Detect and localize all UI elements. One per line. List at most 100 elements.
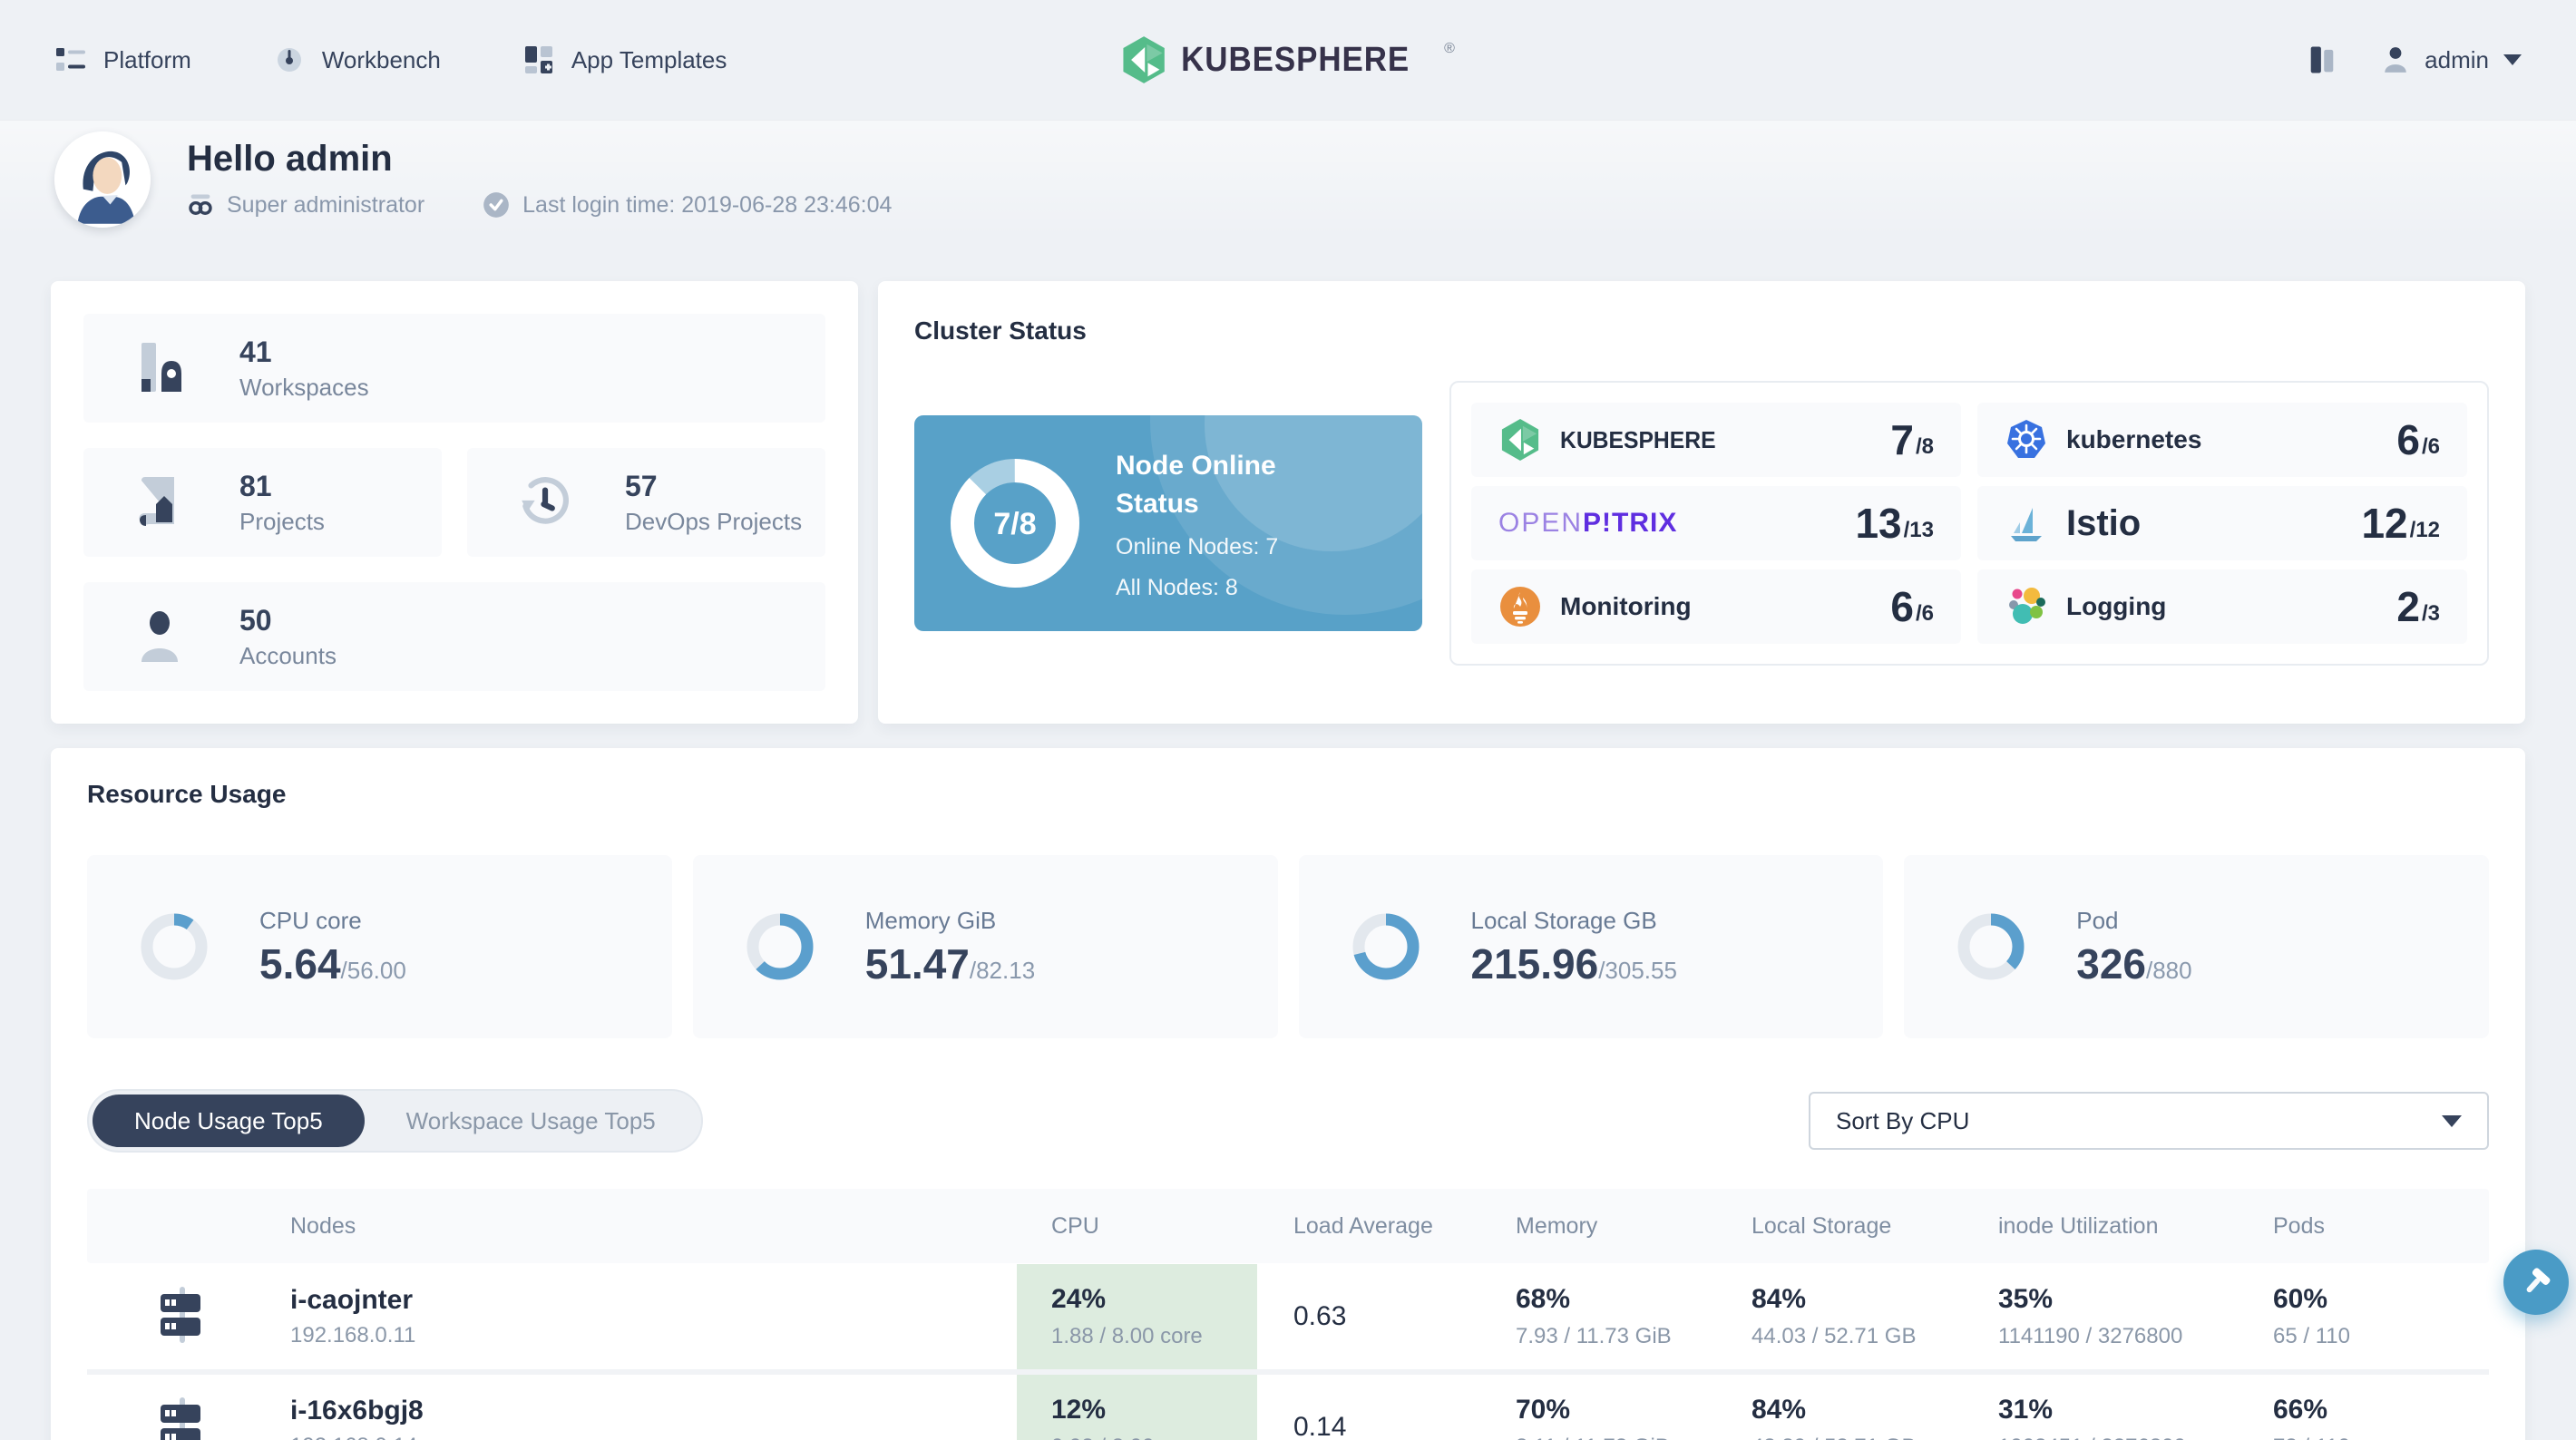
devops-count: 57 [625, 470, 658, 502]
cpu-usage-donut [141, 913, 208, 980]
usage-label: Memory GiB [864, 907, 997, 934]
node-name[interactable]: i-16x6bgj8 [290, 1397, 1017, 1425]
nav-platform-label: Platform [103, 45, 191, 73]
node-online-status-panel: 7/8 Node Online Status Online Nodes: 7 A… [914, 415, 1422, 631]
role-badge-icon [189, 194, 212, 215]
memory-percent: 68% [1516, 1284, 1571, 1314]
service-name: Monitoring [1560, 592, 1692, 620]
usage-label: Local Storage GB [1470, 907, 1657, 934]
col-nodes: Nodes [290, 1212, 356, 1239]
page-title: Hello admin [187, 139, 393, 179]
kubesphere-logo[interactable]: KUBESPHERE ® [1121, 35, 1455, 84]
memory-usage-donut [746, 913, 814, 980]
tab-node-usage-top5[interactable]: Node Usage Top5 [93, 1095, 365, 1147]
accounts-count: 50 [239, 604, 272, 637]
cpu-detail: 1.88 / 8.00 core [1051, 1324, 1203, 1348]
user-menu[interactable]: admin [2381, 45, 2522, 74]
monitoring-prometheus-icon [1498, 585, 1542, 628]
workspaces-count: 41 [239, 336, 272, 368]
pods-detail: 65 / 110 [2273, 1324, 2350, 1348]
inode-percent: 31% [1998, 1395, 2054, 1425]
table-row[interactable]: i-caojnter 192.168.0.11 24% 1.88 / 8.00 … [87, 1264, 2489, 1369]
top-nav: Platform Workbench App Templates KUBESPH… [0, 0, 2576, 120]
service-kubesphere[interactable]: KUBESPHERE 7 /8 [1471, 403, 1961, 477]
nav-workbench[interactable]: Workbench [273, 44, 441, 76]
user-icon [2385, 47, 2406, 73]
cluster-status-title: Cluster Status [914, 316, 1087, 345]
storage-detail: 43.89 / 52.71 GB [1751, 1436, 1998, 1440]
user-role-label: Super administrator [227, 191, 425, 218]
usage-label: Pod [2076, 907, 2119, 934]
col-memory: Memory [1516, 1212, 1598, 1239]
toolbox-fab-button[interactable] [2503, 1250, 2569, 1315]
service-value: 12 [2361, 500, 2408, 547]
hammer-icon [2526, 1268, 2551, 1293]
select-caret-icon [2442, 1114, 2462, 1127]
hello-banner: Hello admin Super administrator Last log… [0, 120, 2576, 239]
usage-value: 326 [2076, 940, 2146, 988]
storage-detail: 44.03 / 52.71 GB [1751, 1324, 1917, 1348]
brand-registered-mark: ® [1444, 41, 1455, 56]
service-value: 7 [1890, 416, 1914, 463]
usage-memory[interactable]: Memory GiB 51.47/82.13 [692, 855, 1278, 1038]
usage-value: 5.64 [259, 940, 341, 988]
top-right-actions: admin [2305, 43, 2522, 77]
col-load-average: Load Average [1293, 1212, 1433, 1239]
node-online-status-label: Node Online Status [1116, 451, 1276, 519]
stat-devops[interactable]: 57 DevOps Projects [467, 448, 825, 557]
usage-storage[interactable]: Local Storage GB 215.96/305.55 [1298, 855, 1884, 1038]
service-name: Istio [2066, 502, 2142, 543]
devops-label: DevOps Projects [625, 508, 803, 535]
service-openpitrix[interactable]: OPENP!TRIX 13 /13 [1471, 486, 1961, 560]
load-average-value: 0.63 [1293, 1301, 1347, 1331]
service-kubernetes[interactable]: kubernetes 6 /6 [1977, 403, 2467, 477]
cpu-cell: 24% 1.88 / 8.00 core [1017, 1264, 1257, 1369]
usage-value: 51.47 [864, 940, 970, 988]
service-total: /3 [2421, 601, 2440, 626]
kubesphere-logo-icon [1123, 36, 1165, 83]
node-ip: 192.168.0.14 [290, 1435, 1017, 1440]
col-local-storage: Local Storage [1751, 1212, 1892, 1239]
memory-detail: 8.11 / 11.73 GiB [1516, 1436, 1751, 1440]
main-content: 41 Workspaces 81 Projects 57 DevOps Project… [0, 281, 2576, 1440]
openpitrix-logo: OPENP!TRIX [1498, 508, 1678, 538]
cluster-status-card: Cluster Status 7/8 Node Online Status On… [878, 281, 2525, 724]
nav-app-templates[interactable]: App Templates [522, 44, 727, 76]
all-nodes-label: All Nodes: 8 [1116, 575, 1238, 600]
resource-usage-card: Resource Usage CPU core 5.64/56.00 Memory… [51, 748, 2525, 1440]
service-total: /13 [1903, 518, 1934, 542]
stat-projects[interactable]: 81 Projects [83, 448, 442, 557]
storage-percent: 84% [1751, 1284, 1807, 1314]
storage-percent: 84% [1751, 1395, 1807, 1425]
brand-text: KUBESPHERE [1181, 40, 1410, 79]
table-row[interactable]: i-16x6bgj8 192.168.0.14 12% 0.93 / 8.00 … [87, 1375, 2489, 1440]
service-istio[interactable]: Istio 12 /12 [1977, 486, 2467, 560]
service-logging[interactable]: Logging 2 /3 [1977, 569, 2467, 644]
projects-icon [139, 477, 174, 526]
projects-count: 81 [239, 470, 272, 502]
pod-usage-donut [1957, 913, 2025, 980]
sort-by-select[interactable]: Sort By CPU [1809, 1092, 2489, 1150]
stat-workspaces[interactable]: 41 Workspaces [83, 314, 825, 423]
docs-icon[interactable] [2305, 43, 2339, 77]
avatar [54, 131, 151, 228]
node-name[interactable]: i-caojnter [290, 1287, 1017, 1314]
user-menu-caret-icon [2503, 54, 2522, 65]
col-pods: Pods [2273, 1212, 2325, 1239]
inode-percent: 35% [1998, 1284, 2054, 1314]
service-monitoring[interactable]: Monitoring 6 /6 [1471, 569, 1961, 644]
usage-total: /880 [2146, 957, 2192, 984]
cpu-percent: 24% [1051, 1284, 1107, 1314]
kubernetes-icon [2005, 418, 2048, 462]
pods-detail: 72 / 110 [2273, 1436, 2489, 1440]
usage-pod[interactable]: Pod 326/880 [1904, 855, 2489, 1038]
nav-platform[interactable]: Platform [54, 44, 191, 76]
stat-accounts[interactable]: 50 Accounts [83, 582, 825, 691]
kubesphere-dashboard: Platform Workbench App Templates KUBESPH… [0, 0, 2576, 1440]
service-value: 6 [1890, 583, 1914, 630]
inode-detail: 1141190 / 3276800 [1998, 1324, 2183, 1348]
node-ratio-text: 7/8 [993, 507, 1036, 541]
tab-workspace-usage-top5[interactable]: Workspace Usage Top5 [365, 1095, 698, 1147]
service-total: /6 [2421, 434, 2440, 459]
usage-cpu[interactable]: CPU core 5.64/56.00 [87, 855, 672, 1038]
